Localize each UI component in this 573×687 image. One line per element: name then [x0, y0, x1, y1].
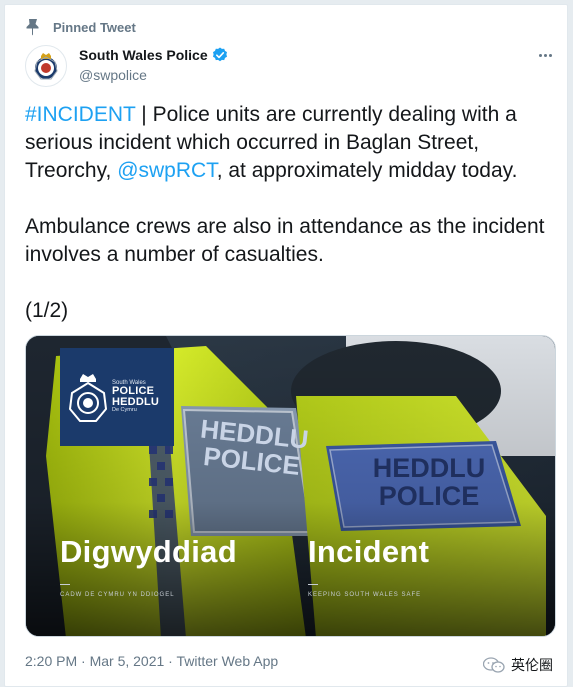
headline-english: Incident — [308, 534, 430, 569]
tweet-text-segment: , at approximately midday today. — [216, 159, 518, 182]
wechat-icon — [483, 657, 505, 673]
logo-tiny-text: De Cymru — [112, 407, 137, 414]
divider — [308, 584, 318, 585]
tweet-paragraph-3: (1/2) — [25, 299, 69, 322]
tagline-english: KEEPING SOUTH WALES SAFE — [308, 592, 422, 598]
tweet-header: South Wales Police @swpolice — [25, 41, 557, 89]
tweet-card[interactable]: Pinned Tweet South Wales Police @swpolic… — [4, 4, 568, 687]
vest-right-label: HEDDLU POLICE — [372, 453, 486, 512]
pin-icon — [26, 19, 39, 36]
tweet-image[interactable]: HEDDLU POLICE HEDDLU POLICE South Wales PO… — [25, 335, 556, 637]
vest-left-label: HEDDLU POLICE — [199, 413, 310, 482]
tweet-body: #INCIDENT | Police units are currently d… — [25, 101, 557, 325]
pinned-indicator: Pinned Tweet — [25, 17, 136, 37]
police-badge-icon — [68, 374, 108, 422]
handle[interactable]: @swpolice — [79, 67, 228, 83]
watermark: 英伦圈 — [483, 655, 553, 675]
headline-welsh: Digwyddiad — [60, 534, 237, 569]
watermark-text: 英伦圈 — [511, 657, 553, 673]
divider — [60, 584, 70, 585]
police-crest-icon — [34, 53, 58, 80]
south-wales-police-logo: South Wales POLICE HEDDLU De Cymru — [60, 348, 174, 446]
tagline-welsh: CADW DE CYMRU YN DDIOGEL — [60, 592, 175, 598]
pinned-label: Pinned Tweet — [53, 19, 136, 35]
tweet-timestamp[interactable]: 2:20 PM · Mar 5, 2021 · Twitter Web App — [25, 653, 278, 669]
tweet-paragraph-1: #INCIDENT | Police units are currently d… — [25, 101, 557, 185]
hashtag-link[interactable]: #INCIDENT — [25, 103, 135, 126]
verified-badge-icon — [212, 47, 227, 62]
tweet-paragraph-2: Ambulance crews are also in attendance a… — [25, 215, 545, 266]
more-options-icon[interactable] — [533, 45, 557, 65]
avatar[interactable] — [25, 45, 67, 87]
mention-link[interactable]: @swpRCT — [117, 159, 217, 182]
display-name[interactable]: South Wales Police — [79, 47, 208, 63]
